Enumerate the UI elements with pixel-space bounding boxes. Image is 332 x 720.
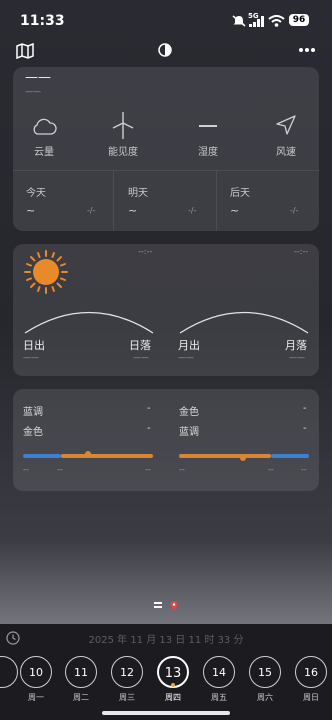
date-16[interactable]: 16 bbox=[295, 656, 327, 688]
date-15[interactable]: 15 bbox=[249, 656, 281, 688]
blue-segment bbox=[23, 454, 61, 458]
date-12[interactable]: 12 bbox=[111, 656, 143, 688]
signal-icon bbox=[249, 16, 264, 27]
timeline-marker bbox=[240, 455, 246, 461]
divider bbox=[216, 171, 217, 231]
location-pin-icon[interactable] bbox=[170, 601, 178, 610]
conditions-title: —— bbox=[25, 70, 51, 85]
left-tick-3: -- bbox=[145, 465, 151, 474]
page-indicator-grid-icon[interactable] bbox=[154, 602, 162, 608]
weekday-mon: 周一 bbox=[28, 693, 44, 702]
cloud-icon bbox=[33, 118, 57, 135]
navigation-arrow-icon bbox=[276, 115, 296, 135]
day-value-today: ~ bbox=[26, 204, 36, 217]
right-row2-value: - bbox=[303, 423, 307, 434]
blue-segment bbox=[271, 454, 309, 458]
day-label-today: 今天 bbox=[26, 188, 46, 199]
dash-icon bbox=[199, 125, 217, 127]
visibility-label: 能见度 bbox=[108, 147, 138, 158]
day-range-today: -/- bbox=[87, 206, 96, 215]
map-icon[interactable] bbox=[16, 42, 34, 60]
weekday-sun: 周日 bbox=[303, 693, 319, 702]
sunset-value: —— bbox=[133, 353, 149, 362]
humidity-label: 湿度 bbox=[198, 147, 218, 158]
weekday-tue: 周二 bbox=[73, 693, 89, 702]
divider bbox=[13, 170, 319, 171]
left-row1-value: - bbox=[147, 403, 151, 414]
status-bar: 11:33 5G 96 bbox=[0, 0, 332, 42]
date-14[interactable]: 14 bbox=[203, 656, 235, 688]
home-indicator[interactable] bbox=[102, 711, 230, 715]
right-tick-3: -- bbox=[301, 465, 307, 474]
cloud-label: 云量 bbox=[34, 147, 54, 158]
sun-arc bbox=[24, 311, 154, 334]
wind-turbine-icon bbox=[112, 112, 134, 139]
weekday-fri: 周五 bbox=[211, 693, 227, 702]
weekday-thu: 周四 bbox=[165, 693, 181, 702]
moonset-label: 月落 bbox=[285, 339, 307, 352]
day-label-after: 后天 bbox=[230, 188, 250, 199]
moon-arc bbox=[179, 311, 309, 334]
divider bbox=[113, 171, 114, 231]
moonrise-label: 月出 bbox=[178, 339, 200, 352]
golden-hour-card: 蓝调 - 金色 - 金色 - 蓝调 - -- -- -- -- -- -- bbox=[13, 389, 319, 491]
conditions-subtitle: —— bbox=[25, 87, 41, 96]
left-row2-label: 金色 bbox=[23, 427, 43, 438]
wind-speed-label: 风速 bbox=[276, 147, 296, 158]
day-label-tomorrow: 明天 bbox=[128, 188, 148, 199]
datetime-label[interactable]: 2025 年 11 月 13 日 11 时 33 分 bbox=[0, 631, 332, 646]
battery-indicator: 96 bbox=[289, 14, 309, 26]
left-row1-label: 蓝调 bbox=[23, 407, 43, 418]
right-row2-label: 蓝调 bbox=[179, 427, 199, 438]
date-11[interactable]: 11 bbox=[65, 656, 97, 688]
weekday-wed: 周三 bbox=[119, 693, 135, 702]
day-range-tomorrow: -/- bbox=[188, 206, 197, 215]
day-value-after: ~ bbox=[230, 204, 240, 217]
gold-segment bbox=[61, 454, 153, 458]
moonrise-value: —— bbox=[178, 353, 194, 362]
left-tick-1: -- bbox=[23, 465, 29, 474]
timeline-marker bbox=[85, 451, 91, 457]
sunrise-label: 日出 bbox=[23, 339, 45, 352]
right-tick-2: -- bbox=[268, 465, 274, 474]
gold-segment bbox=[179, 454, 271, 458]
right-row1-value: - bbox=[303, 403, 307, 414]
sun-time: --:-- bbox=[138, 247, 153, 256]
conditions-card: —— —— 云量 能见度 湿度 风速 今天 ~ -/- 明天 ~ -/- 后天 … bbox=[13, 67, 319, 231]
day-range-after: -/- bbox=[290, 206, 299, 215]
half-circle-icon[interactable] bbox=[158, 43, 172, 57]
status-time: 11:33 bbox=[20, 13, 65, 29]
day-value-tomorrow: ~ bbox=[128, 204, 138, 217]
left-row2-value: - bbox=[147, 423, 151, 434]
more-dots-icon[interactable] bbox=[298, 47, 316, 53]
sun-moon-card: --:-- --:-- 日出 —— 日落 —— 月出 —— 月落 —— bbox=[13, 244, 319, 376]
moonset-value: —— bbox=[289, 353, 305, 362]
right-tick-1: -- bbox=[179, 465, 185, 474]
sunset-label: 日落 bbox=[129, 339, 151, 352]
sun-icon bbox=[24, 250, 68, 294]
weekday-sat: 周六 bbox=[257, 693, 273, 702]
left-tick-2: -- bbox=[57, 465, 63, 474]
date-10[interactable]: 10 bbox=[20, 656, 52, 688]
mute-bell-icon bbox=[232, 15, 246, 27]
today-dot bbox=[171, 683, 175, 687]
sunrise-value: —— bbox=[23, 353, 39, 362]
wifi-icon bbox=[268, 15, 285, 27]
moon-time: --:-- bbox=[294, 247, 309, 256]
right-row1-label: 金色 bbox=[179, 407, 199, 418]
